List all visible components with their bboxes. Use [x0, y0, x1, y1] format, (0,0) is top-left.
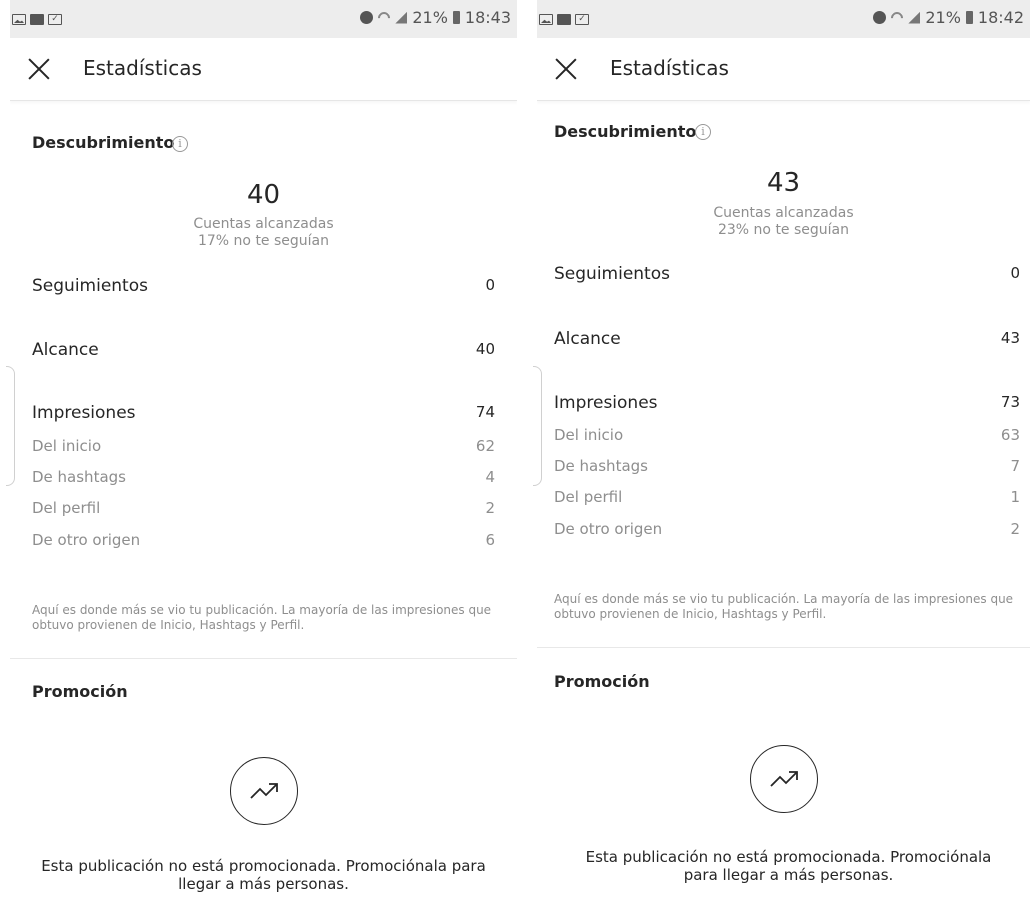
checkbox-notification-icon: ✓ [575, 14, 589, 25]
notification-icons: ✓ [539, 14, 589, 25]
source-label: Del perfil [554, 488, 623, 506]
page-title: Estadísticas [83, 56, 202, 80]
discovery-heading: Descubrimiento [554, 122, 697, 141]
trending-up-glyph [770, 771, 798, 787]
checkbox-notification-icon: ✓ [48, 14, 62, 25]
source-value: 2 [1010, 520, 1020, 538]
stat-value: 40 [475, 340, 495, 358]
app-header: Estadísticas [537, 38, 1030, 101]
status-bar: ✓ 21% 18:42 [537, 0, 1030, 38]
scroll-edge [533, 366, 542, 486]
stat-label: Impresiones [554, 393, 658, 413]
clock: 18:43 [464, 8, 511, 27]
close-icon[interactable] [555, 58, 577, 80]
source-value: 7 [1010, 457, 1020, 475]
source-value: 4 [485, 468, 495, 486]
clock: 18:42 [977, 8, 1024, 27]
stat-label: Seguimientos [32, 276, 148, 296]
info-icon[interactable]: i [695, 124, 711, 140]
stat-label: Impresiones [32, 403, 136, 423]
source-label: De hashtags [32, 468, 126, 486]
battery-icon [452, 11, 460, 24]
message-notification-icon [30, 14, 44, 25]
notification-icons: ✓ [12, 14, 62, 25]
promotion-heading: Promoción [32, 682, 128, 701]
battery-icon [965, 11, 973, 24]
promotion-heading: Promoción [554, 672, 650, 691]
trending-up-icon[interactable] [230, 757, 298, 825]
accounts-reached-count: 40 [246, 180, 281, 210]
image-notification-icon [539, 14, 553, 25]
source-label: De otro origen [554, 520, 663, 538]
status-bar: ✓ 21% 18:43 [10, 0, 517, 38]
comparison-view: ✓ 21% 18:43 Estadísticas Descubrimiento … [0, 0, 1030, 905]
stat-value: 43 [1000, 329, 1020, 347]
battery-percent: 21% [412, 8, 448, 27]
source-value: 63 [1000, 426, 1020, 444]
not-following-percent: 17% no te seguían [197, 233, 330, 249]
stat-label: Seguimientos [554, 264, 670, 284]
wifi-icon [888, 9, 906, 26]
stat-label: Alcance [554, 329, 621, 349]
impression-source-row: Del inicio 63 [554, 426, 1020, 444]
accounts-reached-label: Cuentas alcanzadas [193, 216, 334, 232]
source-value: 1 [1010, 488, 1020, 506]
section-divider [537, 647, 1030, 648]
stat-value: 0 [1010, 264, 1020, 282]
stat-row-reach: Alcance 43 [554, 329, 1020, 349]
source-label: De otro origen [32, 531, 141, 549]
section-divider [10, 658, 517, 659]
impression-source-row: De otro origen 6 [32, 531, 495, 549]
stat-row-impressions: Impresiones 73 [554, 393, 1020, 413]
impression-source-row: Del perfil 2 [32, 499, 495, 517]
system-indicators: 21% 18:42 [873, 8, 1024, 27]
close-icon[interactable] [28, 58, 50, 80]
source-label: De hashtags [554, 457, 648, 475]
scroll-edge [6, 366, 15, 486]
wifi-icon [375, 9, 393, 26]
source-label: Del inicio [32, 437, 102, 455]
promotion-message: Esta publicación no está promocionada. P… [41, 857, 486, 893]
alarm-icon [360, 11, 374, 24]
stat-row-reach: Alcance 40 [32, 340, 495, 360]
source-label: Del perfil [32, 499, 101, 517]
accounts-reached-label: Cuentas alcanzadas [713, 205, 854, 221]
source-value: 62 [475, 437, 495, 455]
impressions-description: Aquí es donde más se vio tu publicación.… [32, 603, 492, 632]
stat-row-follows: Seguimientos 0 [554, 264, 1020, 284]
trending-up-icon[interactable] [750, 745, 818, 813]
source-label: Del inicio [554, 426, 624, 444]
impression-source-row: De hashtags 7 [554, 457, 1020, 475]
system-indicators: 21% 18:43 [360, 8, 511, 27]
impressions-description: Aquí es donde más se vio tu publicación.… [554, 592, 1014, 621]
stat-row-follows: Seguimientos 0 [32, 276, 495, 296]
alarm-icon [873, 11, 887, 24]
trending-up-glyph [250, 783, 278, 799]
info-icon[interactable]: i [172, 136, 188, 152]
app-header: Estadísticas [10, 38, 517, 101]
source-value: 6 [485, 531, 495, 549]
image-notification-icon [12, 14, 26, 25]
discovery-heading: Descubrimiento [32, 133, 175, 152]
not-following-percent: 23% no te seguían [717, 222, 850, 238]
signal-icon [908, 11, 921, 24]
accounts-reached-count: 43 [766, 168, 801, 198]
stat-value: 74 [475, 403, 495, 421]
page-title: Estadísticas [610, 56, 729, 80]
stat-value: 73 [1000, 393, 1020, 411]
insights-screen-left: ✓ 21% 18:43 Estadísticas Descubrimiento … [10, 0, 517, 905]
battery-percent: 21% [925, 8, 961, 27]
stat-value: 0 [485, 276, 495, 294]
stat-row-impressions: Impresiones 74 [32, 403, 495, 423]
signal-icon [395, 11, 408, 24]
promotion-message: Esta publicación no está promocionada. P… [585, 848, 992, 884]
message-notification-icon [557, 14, 571, 25]
source-value: 2 [485, 499, 495, 517]
impression-source-row: Del perfil 1 [554, 488, 1020, 506]
impression-source-row: De hashtags 4 [32, 468, 495, 486]
insights-screen-right: ✓ 21% 18:42 Estadísticas Descubrimiento … [537, 0, 1030, 905]
impression-source-row: Del inicio 62 [32, 437, 495, 455]
stat-label: Alcance [32, 340, 99, 360]
impression-source-row: De otro origen 2 [554, 520, 1020, 538]
